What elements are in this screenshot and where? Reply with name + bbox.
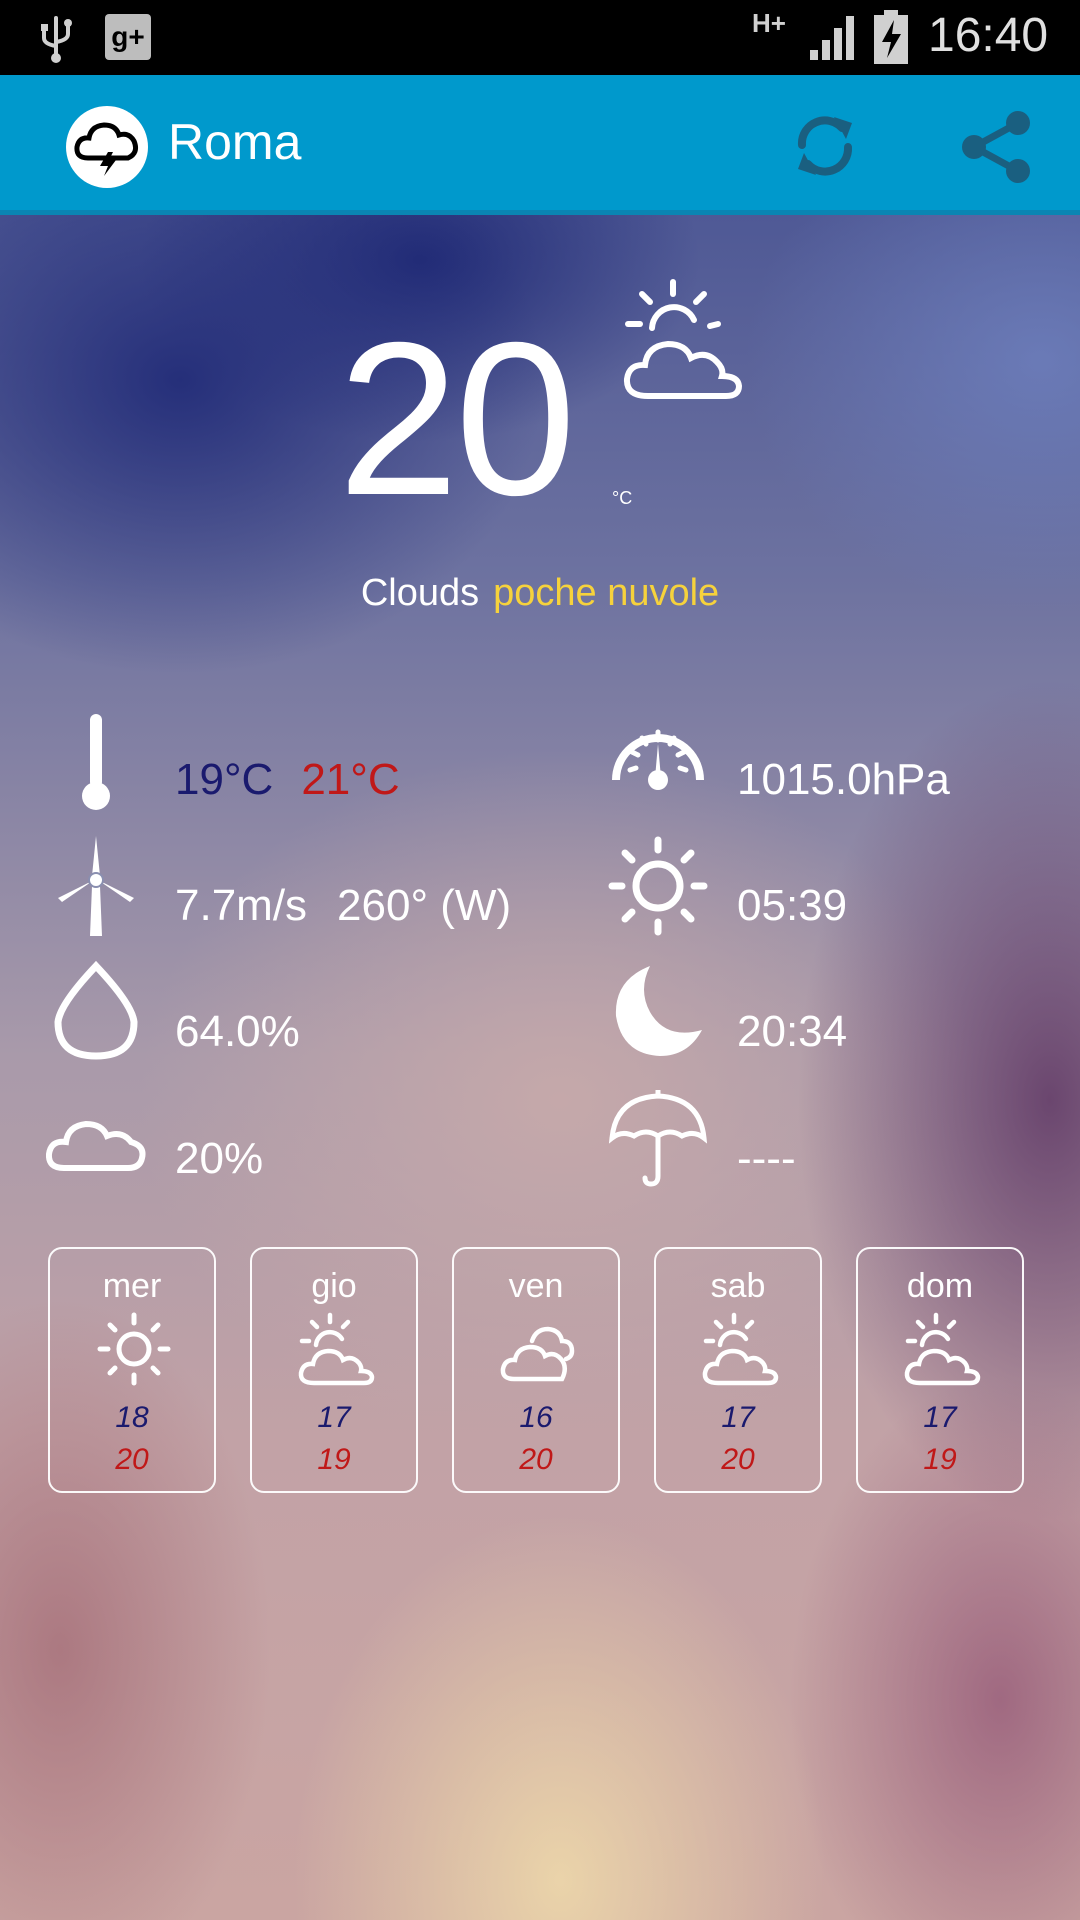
- google-plus-icon: g+: [105, 14, 151, 60]
- wind: 7.7m/s 260° (W): [175, 880, 511, 932]
- forecast-max: 19: [317, 1443, 351, 1476]
- temp-min: 19°C: [175, 755, 274, 804]
- battery-charging-icon: [874, 10, 908, 64]
- moon-icon: [615, 966, 702, 1056]
- storm-cloud-icon: [74, 122, 138, 176]
- action-bar: Roma: [0, 75, 1080, 215]
- forecast-max: 20: [721, 1443, 755, 1476]
- forecast-day: mer: [102, 1267, 162, 1305]
- wind-direction: 260° (W): [337, 881, 512, 930]
- barometer-icon: [612, 729, 704, 790]
- forecast-day: ven: [508, 1267, 564, 1305]
- forecast-min: 17: [721, 1401, 755, 1434]
- share-icon[interactable]: [960, 111, 1032, 183]
- forecast-card[interactable]: mer 18 20: [48, 1247, 216, 1493]
- current-temperature: 20: [337, 298, 576, 541]
- sun-cloud-icon: [702, 1312, 779, 1386]
- forecast-max: 20: [519, 1443, 553, 1476]
- humidity-drop-icon: [54, 960, 138, 1060]
- forecast-min: 18: [115, 1401, 149, 1434]
- forecast-day: gio: [311, 1267, 357, 1305]
- forecast-card[interactable]: gio 17 19: [250, 1247, 418, 1493]
- umbrella-icon: [608, 1090, 708, 1187]
- wind-turbine-icon: [58, 836, 134, 936]
- signal-icon: [810, 16, 854, 60]
- forecast-card[interactable]: dom 17 19: [856, 1247, 1024, 1493]
- forecast-min: 17: [317, 1401, 351, 1434]
- condition-description: Clouds poche nuvole: [0, 572, 1080, 615]
- clock: 16:40: [928, 9, 1049, 62]
- forecast-card[interactable]: sab 17 20: [654, 1247, 822, 1493]
- cloudiness: 20%: [175, 1134, 264, 1183]
- temp-range: 19°C 21°C: [175, 754, 400, 806]
- forecast-min: 17: [923, 1401, 957, 1434]
- condition-en: Clouds: [360, 572, 480, 614]
- city-title: Roma: [168, 114, 302, 170]
- forecast-card[interactable]: ven 16 20: [452, 1247, 620, 1493]
- temperature-unit: °C: [612, 488, 633, 508]
- clouds-icon: [500, 1326, 575, 1382]
- sun-cloud-icon: [623, 279, 743, 399]
- sunrise-time: 05:39: [737, 881, 848, 930]
- wind-speed: 7.7m/s: [175, 881, 308, 930]
- humidity: 64.0%: [175, 1007, 300, 1056]
- refresh-icon[interactable]: [790, 111, 860, 181]
- status-bar: g+ H+ 16:40: [0, 0, 1080, 75]
- temp-max: 21°C: [301, 755, 400, 804]
- cloud-icon: [46, 1120, 146, 1171]
- rain: ----: [737, 1134, 796, 1183]
- forecast-min: 16: [519, 1401, 553, 1434]
- thermometer-icon: [82, 714, 110, 810]
- forecast-max: 20: [115, 1443, 149, 1476]
- sun-icon: [97, 1312, 171, 1386]
- pressure: 1015.0hPa: [737, 755, 950, 804]
- sun-cloud-icon: [298, 1312, 375, 1386]
- usb-icon: [41, 16, 72, 63]
- sun-cloud-icon: [904, 1312, 981, 1386]
- condition-it: poche nuvole: [493, 572, 720, 614]
- forecast-day: sab: [710, 1267, 766, 1305]
- app-logo[interactable]: [66, 106, 148, 188]
- forecast-day: dom: [906, 1267, 974, 1305]
- background: [0, 0, 1080, 1920]
- sunrise-icon: [608, 836, 708, 936]
- network-type: H+: [752, 8, 786, 38]
- sunset-time: 20:34: [737, 1007, 848, 1056]
- forecast-max: 19: [923, 1443, 957, 1476]
